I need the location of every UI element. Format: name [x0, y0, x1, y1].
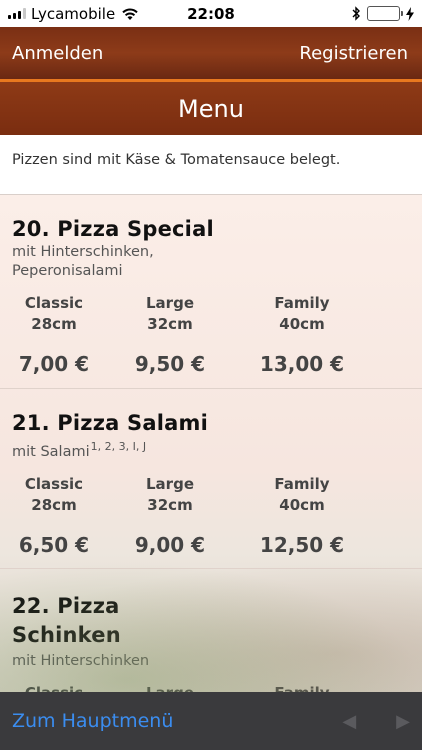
item-title: 20. Pizza Special — [12, 217, 214, 241]
next-arrow-icon[interactable]: ▶ — [396, 711, 410, 732]
top-navigation: Anmelden Registrieren — [0, 27, 422, 79]
price-button[interactable]: 9,00 € — [110, 533, 230, 557]
back-to-main-menu-button[interactable]: Zum Hauptmenü — [12, 710, 173, 732]
size-option: Large 32cm — [146, 294, 194, 333]
bottom-toolbar: Zum Hauptmenü ◀ ▶ — [0, 692, 422, 750]
info-text: Pizzen sind mit Käse & Tomatensauce bele… — [0, 135, 422, 195]
size-option: Large — [110, 683, 230, 692]
size-option: Classic 28cm — [24, 294, 84, 333]
size-option: Family — [242, 683, 362, 692]
item-description: mit Hinterschinken, Peperonisalami — [12, 244, 154, 279]
price-button[interactable]: 12,50 € — [242, 533, 362, 557]
price-row: 7,00 € 9,50 € 13,00 € — [12, 352, 410, 376]
size-row: Classic 28cm Large 32cm Family 40cm — [12, 474, 410, 516]
size-option: Large 32cm — [146, 475, 194, 514]
login-button[interactable]: Anmelden — [12, 43, 103, 64]
menu-list[interactable]: 20. Pizza Special mit Hinterschinken, Pe… — [0, 195, 422, 692]
size-option: Family 40cm — [274, 294, 330, 333]
register-button[interactable]: Registrieren — [299, 43, 408, 64]
menu-item[interactable]: 22. Pizza Schinken mit Hinterschinken Cl… — [0, 569, 422, 692]
carrier-name: Lycamobile — [31, 4, 116, 23]
price-button[interactable]: 7,00 € — [12, 352, 96, 376]
item-title: 21. Pizza Salami — [12, 411, 208, 435]
battery-icon — [367, 6, 403, 21]
charging-bolt-icon — [406, 6, 414, 21]
price-button[interactable]: 13,00 € — [242, 352, 362, 376]
price-button[interactable]: 9,50 € — [110, 352, 230, 376]
price-button[interactable]: 6,50 € — [12, 533, 96, 557]
previous-arrow-icon[interactable]: ◀ — [342, 711, 356, 732]
item-description: mit Hinterschinken — [12, 653, 150, 669]
signal-strength-icon — [8, 8, 26, 19]
size-row: Classic 28cm Large 32cm Family 40cm — [12, 293, 410, 335]
menu-item[interactable]: 20. Pizza Special mit Hinterschinken, Pe… — [0, 195, 422, 389]
price-row: 6,50 € 9,00 € 12,50 € — [12, 533, 410, 557]
item-title: 22. Pizza Schinken — [12, 594, 121, 647]
size-option: Family 40cm — [274, 475, 330, 514]
page-title: Menu — [0, 82, 422, 135]
item-description: mit Salami1, 2, 3, I, J — [12, 440, 147, 460]
size-row: Classic Large Family — [12, 683, 410, 692]
menu-item[interactable]: 21. Pizza Salami mit Salami1, 2, 3, I, J… — [0, 389, 422, 569]
size-option: Classic 28cm — [24, 475, 84, 514]
allergen-codes: 1, 2, 3, I, J — [90, 440, 147, 453]
size-option: Classic — [12, 683, 96, 692]
status-bar: Lycamobile 22:08 — [0, 0, 422, 27]
bluetooth-icon — [352, 6, 360, 21]
wifi-icon — [122, 8, 138, 20]
